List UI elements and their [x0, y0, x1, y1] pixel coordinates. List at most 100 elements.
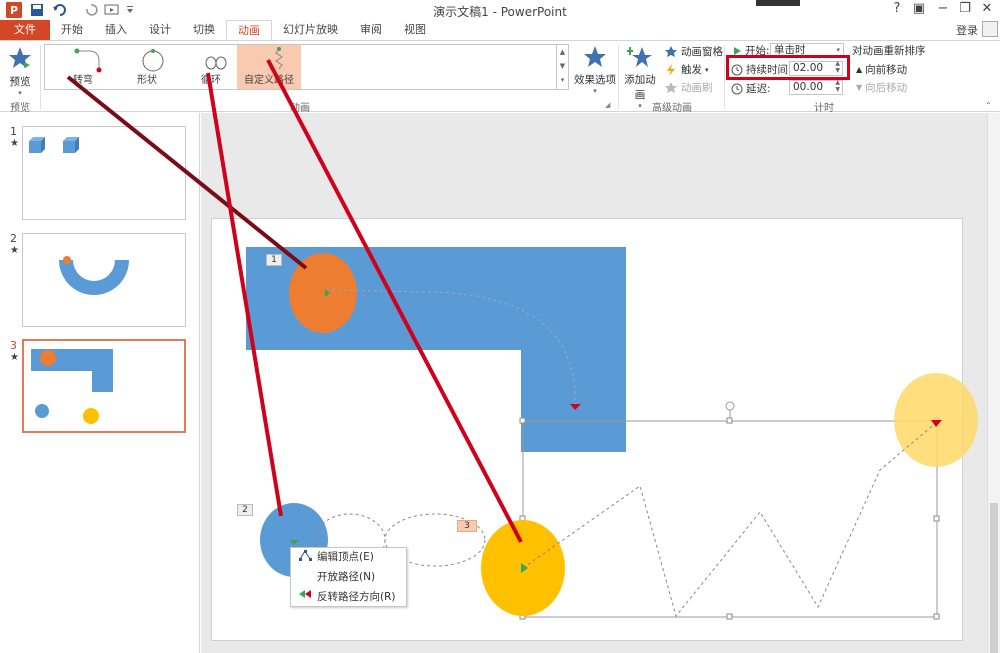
reorder-title: 对动画重新排序 [852, 45, 926, 57]
gallery-item-label: 转弯 [73, 75, 93, 86]
animation-group-label: 动画 [290, 103, 310, 114]
tab-review[interactable]: 审阅 [349, 20, 393, 40]
separator [40, 45, 41, 109]
tab-slide-show[interactable]: 幻灯片放映 [272, 20, 349, 40]
duration-highlight-box [726, 55, 850, 80]
menu-open-path[interactable]: 开放路径(N) [291, 568, 406, 587]
add-animation-icon [627, 47, 652, 67]
animation-tag-3[interactable]: 3 [457, 520, 477, 532]
animation-pane-button[interactable]: 动画窗格 [664, 44, 723, 59]
animation-star-icon: ★ [10, 352, 19, 363]
effect-options-button[interactable]: 效果选项 ▾ [572, 45, 618, 95]
ribbon-display-options-button[interactable]: ▣ [908, 1, 930, 16]
title-bar: P 演示文稿1 - PowerPoint ? ▣ − ❐ ✕ [0, 0, 1000, 20]
menu-reverse-path[interactable]: 反转路径方向(R) [291, 588, 406, 607]
separator [724, 45, 725, 109]
preview-label: 预览 [9, 76, 31, 88]
move-later-button[interactable]: ▼ 向后移动 [856, 80, 907, 95]
edit-points-icon [297, 548, 313, 569]
gallery-scrollbar[interactable]: ▲ ▼ ▾ [556, 45, 568, 89]
slide-2-preview [59, 256, 129, 295]
reverse-path-icon [297, 588, 313, 607]
effect-options-label: 效果选项 [574, 74, 616, 86]
slide-thumbnail-2[interactable] [22, 233, 186, 327]
animation-pane-label: 动画窗格 [681, 46, 723, 58]
trigger-lightning-icon [667, 63, 675, 76]
window-title: 演示文稿1 - PowerPoint [433, 5, 567, 19]
down-triangle-icon: ▼ [856, 83, 863, 92]
move-later-label: 向后移动 [865, 82, 908, 94]
slide-number: 1 [10, 125, 17, 138]
dialog-launcher-icon[interactable]: ◢ [605, 101, 610, 109]
delay-spin-icon[interactable]: ▲ ▼ [835, 79, 840, 93]
tab-animations[interactable]: 动画 [226, 20, 272, 40]
slide-thumbnail-panel: 1 ★ 2 ★ 3 ★ [0, 113, 200, 653]
vertical-scrollbar[interactable] [987, 113, 1000, 653]
slide-number: 2 [10, 232, 17, 245]
motion-path-gallery: 转弯 形状 循环 自定义路径 ▲ ▼ ▾ [44, 44, 569, 90]
add-animation-label: 添加动画 [624, 74, 656, 101]
preview-dropdown-icon: ▾ [18, 89, 22, 97]
menu-edit-points[interactable]: 编辑顶点(E) [291, 548, 406, 567]
move-earlier-button[interactable]: ▲ 向前移动 [856, 62, 907, 77]
animation-painter-label: 动画刷 [681, 82, 713, 94]
menu-edit-points-label: 编辑顶点(E) [317, 551, 374, 563]
gallery-item-label: 自定义路径 [244, 75, 294, 86]
trigger-label: 触发 [681, 64, 702, 76]
advanced-animation-group-label: 高级动画 [652, 103, 692, 114]
scrollbar-thumb[interactable] [990, 503, 998, 653]
minimize-button[interactable]: − [932, 1, 954, 16]
animation-tag-1[interactable]: 1 [266, 254, 282, 266]
slide-1-preview [29, 137, 79, 153]
path-context-menu: 编辑顶点(E) 开放路径(N) 反转路径方向(R) [290, 547, 407, 607]
delay-label: 延迟: [746, 83, 771, 95]
slide-thumbnail-3[interactable] [22, 339, 186, 433]
gallery-scroll-down-icon[interactable]: ▼ [557, 59, 568, 73]
tab-design[interactable]: 设计 [138, 20, 182, 40]
slide-number: 3 [10, 339, 17, 352]
preview-button[interactable]: 预览 ▾ [4, 45, 36, 97]
preview-star-icon [9, 47, 31, 68]
delay-value: 00.00 [793, 81, 824, 93]
maximize-button[interactable]: ❐ [954, 1, 976, 16]
gallery-item-turn[interactable]: 转弯 [51, 45, 115, 89]
gallery-item-loops[interactable]: 循环 [179, 45, 243, 89]
animation-painter-button[interactable]: 动画刷 [664, 80, 713, 95]
slide-thumbnail-1[interactable] [22, 126, 186, 220]
add-animation-button[interactable]: 添加动画 ▾ [620, 45, 660, 110]
effect-options-dropdown-icon: ▾ [593, 87, 597, 95]
effect-options-star-icon [584, 46, 606, 67]
up-triangle-icon: ▲ [856, 65, 863, 74]
tab-transitions[interactable]: 切换 [182, 20, 226, 40]
close-button[interactable]: ✕ [976, 1, 998, 16]
timing-group-label: 计时 [814, 103, 834, 114]
delay-clock-icon [731, 83, 743, 94]
tab-insert[interactable]: 插入 [94, 20, 138, 40]
tab-file[interactable]: 文件 [0, 20, 50, 40]
menu-reverse-path-label: 反转路径方向(R) [317, 591, 396, 603]
tab-home[interactable]: 开始 [50, 20, 94, 40]
gallery-item-shapes[interactable]: 形状 [115, 45, 179, 89]
tab-view[interactable]: 视图 [393, 20, 437, 40]
animation-tag-2[interactable]: 2 [237, 504, 253, 516]
gallery-item-custom-path[interactable]: 自定义路径 [237, 45, 301, 89]
sign-in-link[interactable]: 登录 [956, 22, 978, 38]
trigger-dropdown-icon: ▾ [705, 65, 709, 74]
delay-label-row: 延迟: [731, 81, 771, 96]
trigger-button[interactable]: 触发 ▾ [664, 62, 709, 77]
gallery-more-icon[interactable]: ▾ [557, 73, 568, 87]
collapse-ribbon-icon[interactable]: ⌃ [985, 101, 992, 110]
animation-star-icon: ★ [10, 245, 19, 256]
ribbon-animations: 预览 ▾ 预览 转弯 形状 循环 自定义路径 ▲ ▼ ▾ 动画 ◢ 效果选项 ▾… [0, 40, 1000, 114]
animation-pane-icon [665, 45, 677, 57]
move-earlier-label: 向前移动 [865, 64, 908, 76]
account-avatar[interactable] [982, 21, 998, 37]
delay-spinner[interactable]: 00.00 ▲ ▼ [789, 79, 843, 95]
help-button[interactable]: ? [886, 1, 908, 16]
slide-3-preview [31, 349, 113, 424]
separator [618, 45, 619, 109]
window-decoration [756, 0, 800, 6]
menu-open-path-label: 开放路径(N) [317, 571, 376, 583]
ribbon-tabs: 文件 开始 插入 设计 切换 动画 幻灯片放映 审阅 视图 [0, 20, 1000, 40]
gallery-scroll-up-icon[interactable]: ▲ [557, 45, 568, 59]
